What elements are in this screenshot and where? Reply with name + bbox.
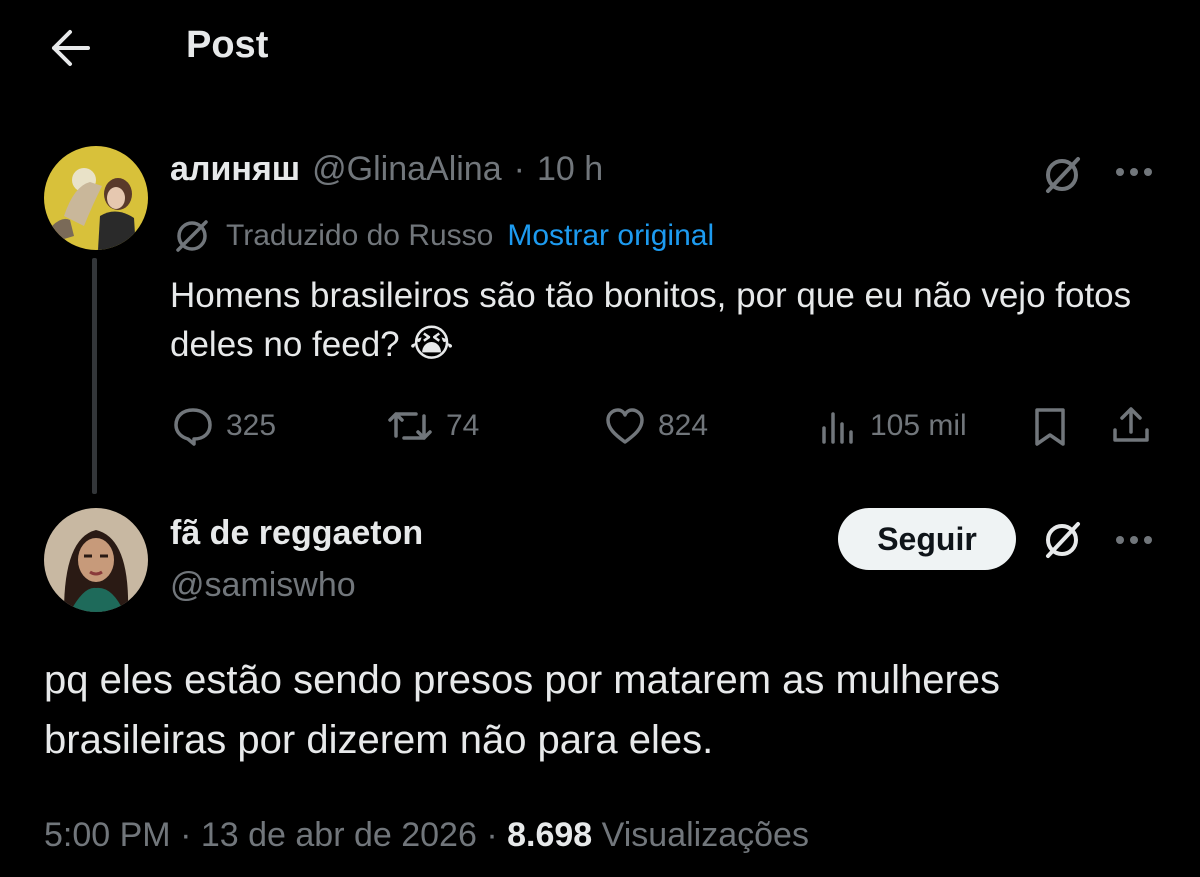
user-handle[interactable]: @samiswho: [170, 566, 356, 605]
more-icon[interactable]: [1114, 166, 1154, 178]
grok-icon[interactable]: [1040, 153, 1084, 197]
retweet-icon: [386, 406, 434, 446]
like-count: 824: [658, 409, 709, 442]
like-button[interactable]: 824: [604, 406, 708, 446]
like-icon: [604, 406, 646, 446]
separator: ·: [513, 150, 525, 188]
show-original-link[interactable]: Mostrar original: [507, 219, 714, 253]
thread-line: [92, 258, 97, 494]
post-time[interactable]: 10 h: [537, 150, 603, 189]
page-title: Post: [186, 24, 269, 66]
views-count: 8.698: [507, 816, 593, 854]
translate-icon: [172, 216, 212, 256]
display-name[interactable]: алиняш: [170, 150, 300, 189]
main-tweet-text-line: pq eles estão sendo presos por matarem a…: [44, 658, 1001, 702]
translation-label: Traduzido do Russo: [226, 219, 494, 252]
reply-count: 325: [226, 409, 277, 442]
bookmark-icon[interactable]: [1032, 406, 1068, 448]
user-handle[interactable]: @GlinaAlina: [312, 150, 502, 189]
avatar[interactable]: [44, 508, 148, 612]
views-label: Visualizações: [601, 816, 809, 854]
views-count: 105 mil: [870, 409, 967, 442]
separator: ·: [486, 816, 498, 854]
tweet-text: Homens brasileiros são tão bonitos, por …: [170, 272, 1170, 369]
crying-emoji: 😭: [409, 323, 454, 365]
reply-button[interactable]: 325: [172, 406, 276, 446]
more-icon[interactable]: [1114, 534, 1154, 546]
views-icon: [818, 406, 858, 446]
post-timestamp: 5:00 PM · 13 de abr de 2026 · 8.698 Visu…: [44, 816, 809, 855]
back-arrow-icon[interactable]: [48, 28, 92, 68]
retweet-button[interactable]: 74: [386, 406, 479, 446]
tweet-text-body: Homens brasileiros são tão bonitos, por …: [170, 276, 1132, 364]
views-button[interactable]: 105 mil: [818, 406, 967, 446]
grok-icon[interactable]: [1040, 518, 1084, 562]
post-time[interactable]: 5:00 PM: [44, 816, 171, 854]
reply-icon: [172, 406, 214, 446]
avatar[interactable]: [44, 146, 148, 250]
separator: ·: [180, 816, 192, 854]
follow-button[interactable]: Seguir: [838, 508, 1016, 570]
main-tweet-text-line: brasileiras por dizerem não para eles.: [44, 718, 714, 762]
share-icon[interactable]: [1110, 404, 1152, 446]
post-date[interactable]: 13 de abr de 2026: [201, 816, 477, 854]
retweet-count: 74: [446, 409, 480, 442]
main-tweet-text: pq eles estão sendo presos por matarem a…: [44, 650, 1164, 770]
display-name[interactable]: fã de reggaeton: [170, 514, 423, 553]
